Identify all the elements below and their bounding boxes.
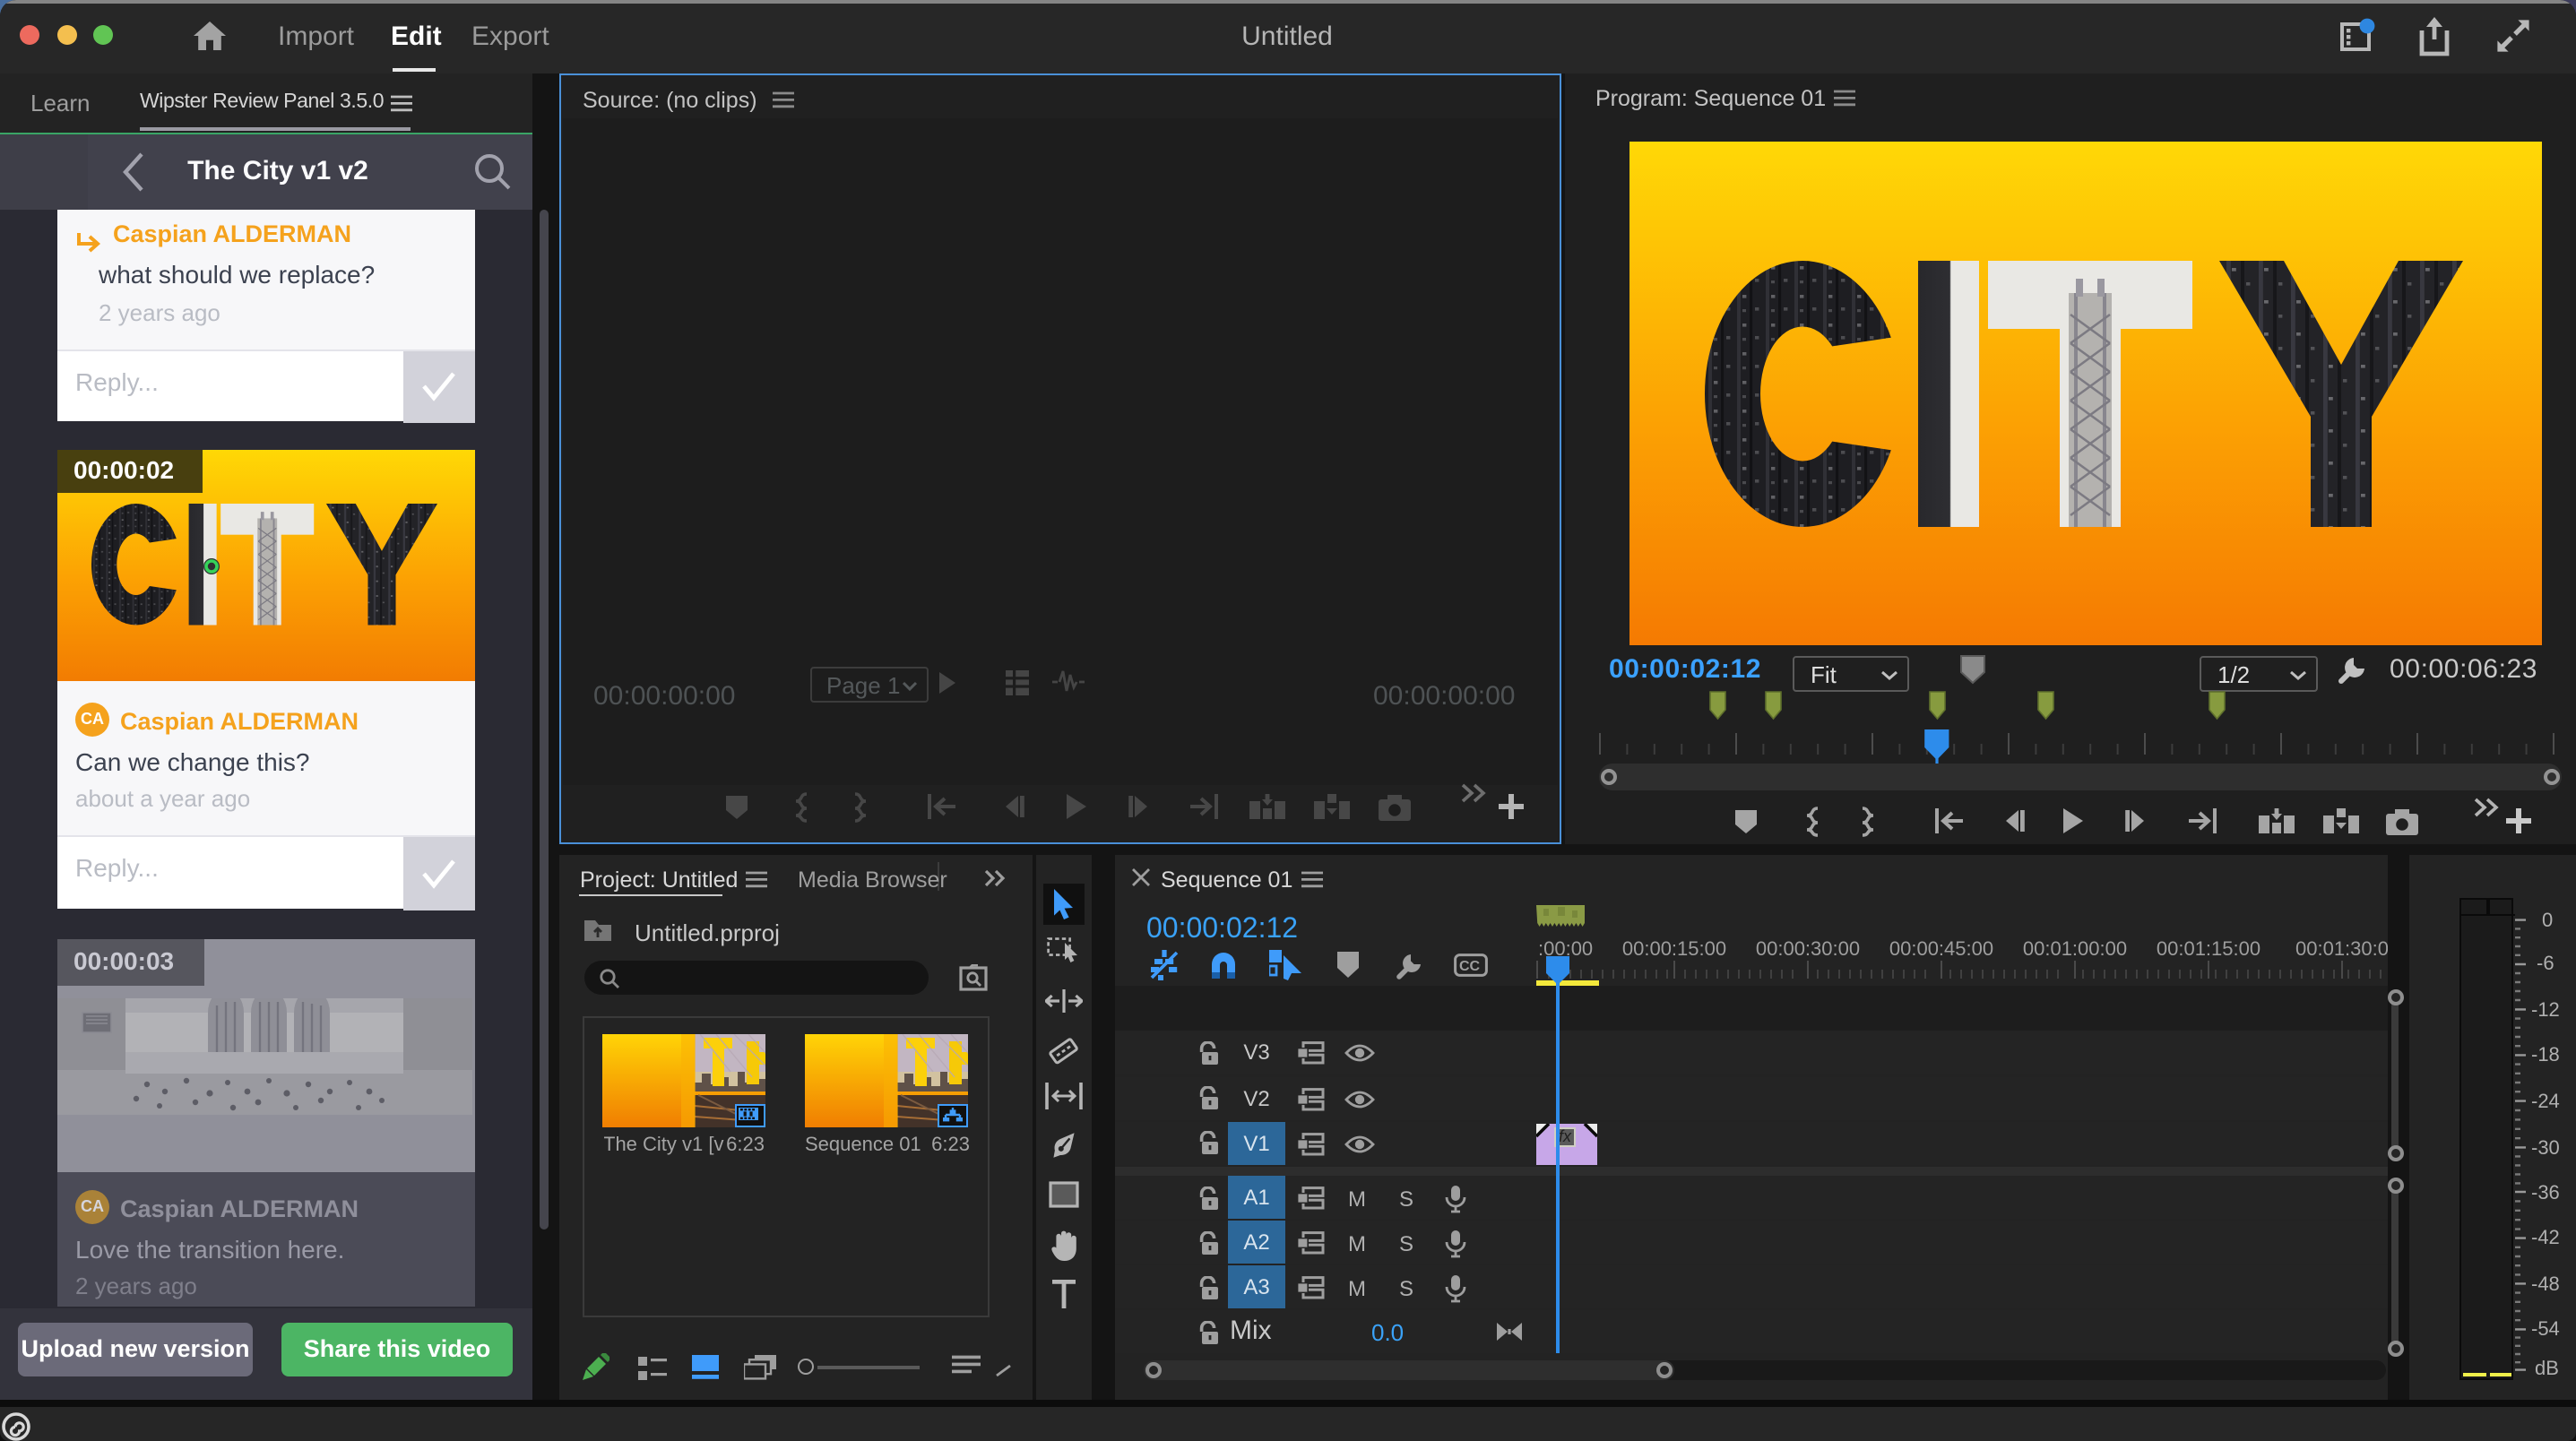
svg-text:CC: CC (1459, 959, 1481, 974)
